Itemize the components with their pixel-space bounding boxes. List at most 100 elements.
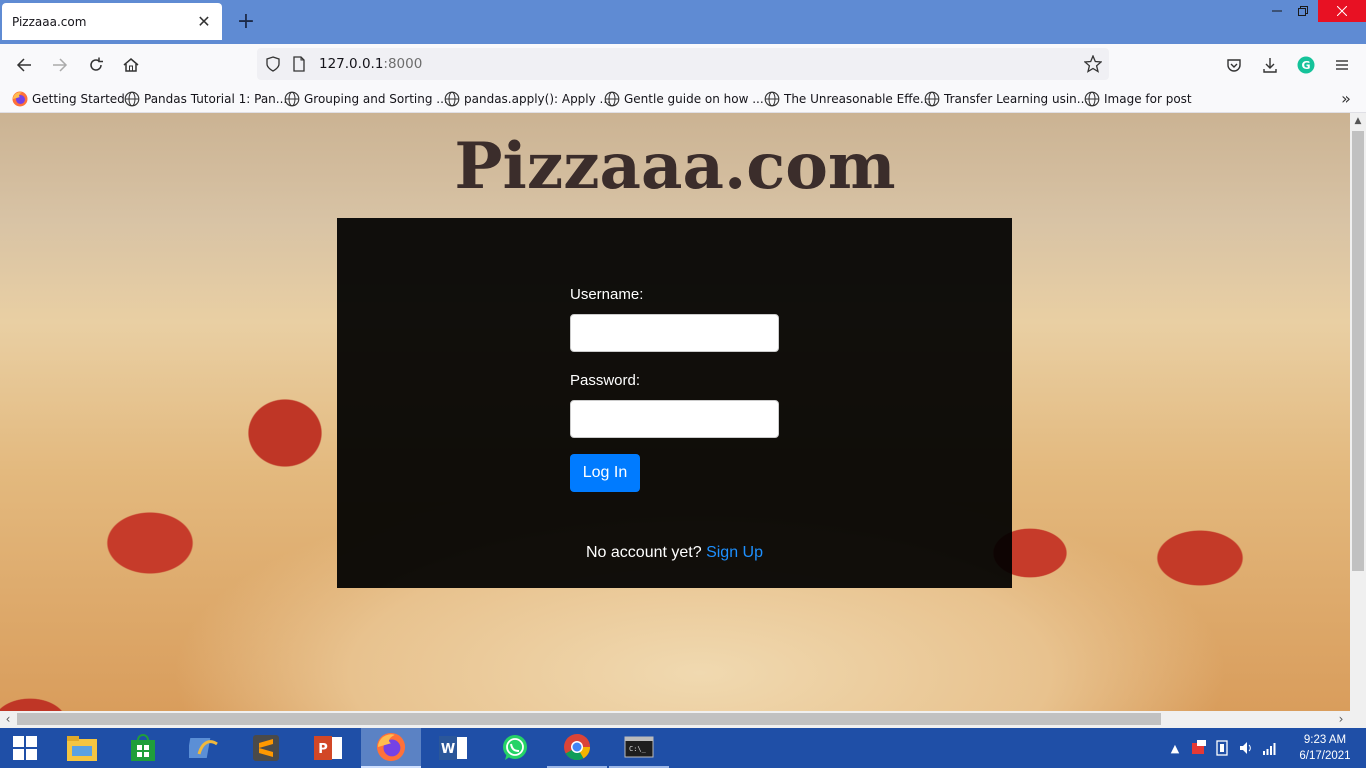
bookmark-label: pandas.apply(): Apply ... bbox=[464, 92, 611, 106]
globe-icon bbox=[444, 91, 460, 107]
page-viewport: Pizzaaa.com Username: Password: Log In N… bbox=[0, 113, 1350, 711]
store-icon bbox=[131, 734, 155, 761]
navigation-toolbar: 127.0.0.1:8000 G bbox=[0, 44, 1366, 85]
downloads-button[interactable] bbox=[1256, 51, 1284, 79]
hamburger-menu-icon bbox=[1336, 60, 1348, 70]
username-input[interactable] bbox=[570, 314, 779, 352]
browser-titlebar: Pizzaaa.com ✕ + bbox=[0, 0, 1366, 44]
forward-button[interactable] bbox=[46, 51, 74, 79]
tab-close-icon[interactable]: ✕ bbox=[196, 12, 212, 31]
scroll-up-icon[interactable]: ▲ bbox=[1350, 113, 1366, 129]
taskbar-store[interactable] bbox=[113, 728, 173, 768]
bookmark-star-icon[interactable] bbox=[1083, 54, 1103, 74]
taskbar-word[interactable]: W bbox=[423, 728, 483, 768]
login-button[interactable]: Log In bbox=[570, 454, 640, 492]
bookmark-item[interactable]: Getting Started bbox=[12, 90, 125, 108]
login-form: Username: Password: Log In No account ye… bbox=[337, 218, 1012, 588]
forward-arrow-icon bbox=[53, 58, 68, 72]
back-arrow-icon bbox=[16, 58, 31, 72]
start-button[interactable] bbox=[0, 728, 50, 768]
no-account-text: No account yet? bbox=[586, 544, 702, 561]
browser-tab[interactable]: Pizzaaa.com ✕ bbox=[2, 3, 222, 40]
pocket-button[interactable] bbox=[1220, 51, 1248, 79]
page-icon[interactable] bbox=[289, 54, 309, 74]
bookmark-item[interactable]: Image for post bbox=[1084, 90, 1192, 108]
home-button[interactable] bbox=[117, 51, 145, 79]
shield-icon[interactable] bbox=[263, 54, 283, 74]
restore-icon bbox=[1298, 6, 1308, 16]
bookmark-label: Gentle guide on how ... bbox=[624, 92, 764, 106]
sublime-text-icon bbox=[253, 735, 279, 761]
reload-icon bbox=[90, 57, 103, 71]
clock-time: 9:23 AM bbox=[1303, 734, 1347, 746]
signup-prompt: No account yet? Sign Up bbox=[337, 544, 1012, 562]
bookmark-label: Grouping and Sorting ... bbox=[304, 92, 448, 106]
taskbar-file-explorer[interactable] bbox=[52, 728, 112, 768]
windows-taskbar: P W C:\_ ▲ 9:23 AM 6/17/2021 bbox=[0, 728, 1366, 768]
scroll-left-icon[interactable]: ‹ bbox=[0, 711, 16, 728]
download-icon bbox=[1263, 58, 1277, 73]
svg-text:G: G bbox=[1301, 59, 1310, 72]
bookmark-item[interactable]: pandas.apply(): Apply ... bbox=[444, 90, 611, 108]
password-label: Password: bbox=[570, 372, 641, 389]
username-label: Username: bbox=[570, 286, 644, 303]
close-icon bbox=[1337, 6, 1347, 16]
svg-text:W: W bbox=[441, 742, 455, 757]
password-input[interactable] bbox=[570, 400, 779, 438]
taskbar-terminal[interactable]: C:\_ bbox=[609, 728, 669, 768]
bookmark-label: Image for post bbox=[1104, 92, 1192, 106]
bookmark-item[interactable]: Gentle guide on how ... bbox=[604, 90, 764, 108]
bookmark-item[interactable]: The Unreasonable Effe... bbox=[764, 90, 931, 108]
globe-icon bbox=[284, 91, 300, 107]
taskbar-chrome[interactable] bbox=[547, 728, 607, 768]
horizontal-scrollbar[interactable]: ‹ › bbox=[0, 711, 1366, 728]
grammarly-extension-button[interactable]: G bbox=[1292, 51, 1320, 79]
svg-text:C:\_: C:\_ bbox=[629, 745, 647, 753]
scroll-right-icon[interactable]: › bbox=[1333, 711, 1349, 728]
show-hidden-icons-chevron-icon[interactable]: ▲ bbox=[1168, 742, 1182, 755]
device-tray-icon[interactable] bbox=[1214, 740, 1230, 756]
taskbar-firefox[interactable] bbox=[361, 728, 421, 768]
bookmarks-overflow-chevron-icon[interactable]: » bbox=[1336, 89, 1356, 109]
taskbar-sublime-text[interactable] bbox=[236, 728, 296, 768]
vertical-scroll-thumb[interactable] bbox=[1352, 131, 1364, 571]
svg-text:P: P bbox=[318, 742, 328, 757]
grammarly-icon: G bbox=[1297, 56, 1315, 74]
horizontal-scroll-thumb[interactable] bbox=[17, 713, 1161, 725]
url-host: 127.0.0.1 bbox=[319, 56, 384, 72]
home-icon bbox=[123, 58, 139, 72]
bookmark-item[interactable]: Grouping and Sorting ... bbox=[284, 90, 448, 108]
taskbar-clock[interactable]: 9:23 AM 6/17/2021 bbox=[1290, 732, 1360, 764]
bookmark-item[interactable]: Transfer Learning usin... bbox=[924, 90, 1088, 108]
close-window-button[interactable] bbox=[1318, 0, 1366, 22]
app-icon bbox=[189, 738, 218, 758]
page-title: Pizzaaa.com bbox=[454, 129, 896, 204]
globe-icon bbox=[124, 91, 140, 107]
bookmark-item[interactable]: Pandas Tutorial 1: Pan... bbox=[124, 90, 287, 108]
url-text[interactable]: 127.0.0.1:8000 bbox=[319, 48, 422, 80]
windows-logo-icon bbox=[13, 736, 37, 760]
powerpoint-icon: P bbox=[314, 736, 342, 760]
menu-button[interactable] bbox=[1328, 51, 1356, 79]
reload-button[interactable] bbox=[82, 51, 110, 79]
taskbar-powerpoint[interactable]: P bbox=[298, 728, 358, 768]
globe-icon bbox=[924, 91, 940, 107]
new-tab-button[interactable]: + bbox=[232, 8, 260, 36]
vertical-scrollbar[interactable]: ▲ bbox=[1350, 113, 1366, 711]
volume-icon[interactable] bbox=[1238, 740, 1254, 756]
globe-icon bbox=[604, 91, 620, 107]
word-icon: W bbox=[439, 736, 467, 760]
network-signal-icon[interactable] bbox=[1262, 740, 1278, 756]
bookmark-label: Getting Started bbox=[32, 92, 125, 106]
address-bar[interactable]: 127.0.0.1:8000 bbox=[257, 48, 1109, 80]
globe-icon bbox=[764, 91, 780, 107]
taskbar-whatsapp[interactable] bbox=[485, 728, 545, 768]
taskbar-app[interactable] bbox=[174, 728, 234, 768]
signup-link[interactable]: Sign Up bbox=[706, 544, 763, 561]
bookmark-label: The Unreasonable Effe... bbox=[784, 92, 932, 106]
antivirus-tray-icon[interactable] bbox=[1190, 740, 1208, 756]
terminal-icon: C:\_ bbox=[624, 736, 654, 758]
back-button[interactable] bbox=[10, 51, 38, 79]
chrome-icon bbox=[564, 734, 591, 761]
tab-title: Pizzaaa.com bbox=[12, 14, 87, 29]
